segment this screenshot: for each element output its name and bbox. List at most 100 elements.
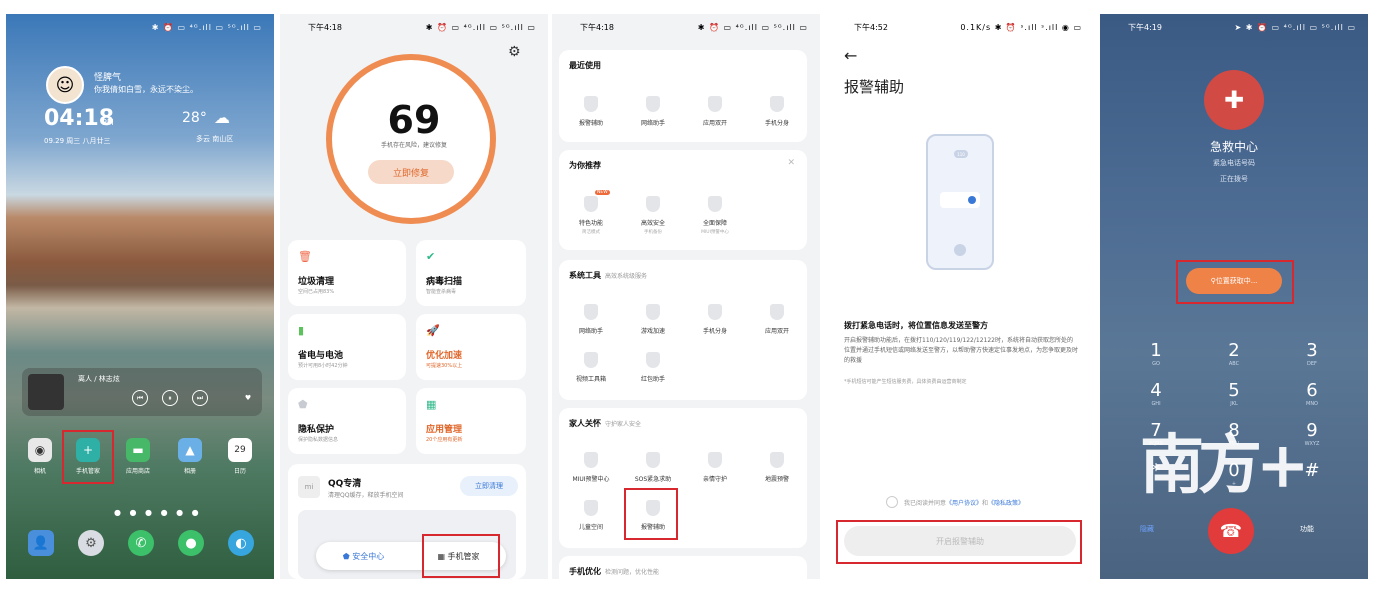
clock-date: 09.29 周三 八月廿三 bbox=[44, 137, 111, 145]
highlight-alarm-assist bbox=[624, 488, 678, 540]
tool-efficient-security[interactable]: 高效安全 手机备份 bbox=[623, 196, 683, 235]
highlight-phone-manager bbox=[62, 430, 114, 484]
card-battery[interactable]: ▮ 省电与电池 预计可用8小时42分钟 bbox=[288, 314, 406, 380]
music-widget[interactable]: 离人 / 林志炫 ⏮ ⏸ ⏭ ♥ bbox=[22, 368, 262, 416]
status-bar: ✱ ⏰ ▭ ⁴ᴳ.ıll ▭ ⁵ᴳ.ıll ▭ bbox=[6, 14, 274, 40]
back-arrow-icon[interactable]: ← bbox=[844, 46, 857, 65]
tool-sos[interactable]: SOS紧急求助 bbox=[623, 452, 683, 483]
tool-network-assist[interactable]: 网络助手 bbox=[623, 96, 683, 127]
tool-full-protection[interactable]: 全面保障 MIUI预警中心 bbox=[685, 196, 745, 235]
composite-screenshot: ✱ ⏰ ▭ ⁴ᴳ.ıll ▭ ⁵ᴳ.ıll ▭ ☺ 怪脾气 你我倩如白雪，永远不… bbox=[0, 0, 1377, 593]
mi-logo-icon: mi bbox=[298, 476, 320, 498]
section-system-tools: 系统工具 高效系统级服务 网络助手 游戏加速 手机分身 应用双开 视频工具箱 红包… bbox=[559, 260, 807, 400]
qq-clean-sub: 清理QQ缓存，释放手机空间 bbox=[328, 492, 404, 499]
status-bar: 下午4:19 ➤ ✱ ⏰ ▭ ⁴ᴳ.ıll ▭ ⁵ᴳ.ıll ▭ bbox=[1100, 14, 1368, 40]
shield-icon bbox=[770, 452, 784, 468]
shield-icon bbox=[584, 352, 598, 368]
security-score: 69 bbox=[387, 98, 441, 142]
highlight-phone-manager-tab bbox=[422, 534, 500, 578]
privacy-shield-icon: ⬟ bbox=[298, 398, 308, 411]
card-junk-clean[interactable]: 🗑 垃圾清理 空间已占用83% bbox=[288, 240, 406, 306]
app-gallery[interactable]: ▲ 相册 bbox=[170, 438, 210, 475]
hide-keypad-button[interactable]: 隐藏 bbox=[1140, 524, 1154, 534]
shield-icon bbox=[708, 196, 722, 212]
browser-icon[interactable]: ◐ bbox=[228, 530, 254, 556]
clean-now-button[interactable]: 立即清理 bbox=[460, 476, 518, 496]
dial-key-2[interactable]: 2 ABC bbox=[1214, 340, 1254, 367]
status-icons: ✱ ⏰ ▭ ⁴ᴳ.ıll ▭ ⁵ᴳ.ıll ▭ bbox=[425, 22, 536, 32]
avatar[interactable]: ☺ bbox=[46, 66, 84, 104]
gear-icon[interactable]: ⚙ bbox=[508, 44, 521, 60]
messages-icon[interactable]: ● bbox=[178, 530, 204, 556]
agree-checkbox[interactable] bbox=[886, 496, 898, 508]
app-store[interactable]: ▬ 应用商店 bbox=[118, 438, 158, 475]
phone-icon[interactable]: ✆ bbox=[128, 530, 154, 556]
card-privacy[interactable]: ⬟ 隐私保护 保护隐私数据信息 bbox=[288, 388, 406, 454]
illustration-badge: 110 bbox=[954, 150, 968, 158]
shield-icon bbox=[584, 196, 598, 212]
function-button[interactable]: 功能 bbox=[1300, 524, 1314, 534]
card-virus-scan[interactable]: ✔ 病毒扫描 智能查杀病毒 bbox=[416, 240, 526, 306]
section-family-care: 家人关怀 守护家人安全 MIUI预警中心 SOS紧急求助 亲情守护 地震预警 儿童… bbox=[559, 408, 807, 548]
shield-icon bbox=[708, 96, 722, 112]
previous-icon[interactable]: ⏮ bbox=[132, 390, 148, 406]
dial-key-4[interactable]: 4 GHI bbox=[1136, 380, 1176, 407]
user-agreement-link[interactable]: 《用户协议》 bbox=[946, 498, 982, 507]
calendar-icon: 29 bbox=[228, 438, 252, 462]
status-time: 下午4:18 bbox=[308, 22, 342, 32]
hang-up-icon[interactable]: ☎ bbox=[1208, 508, 1254, 554]
shield-icon bbox=[646, 196, 660, 212]
dial-key-1[interactable]: 1 GO bbox=[1136, 340, 1176, 367]
section-recommend: 为你推荐 ✕ NEW 特色功能 简洁模式 高效安全 手机备份 全面保障 MIUI… bbox=[559, 150, 807, 250]
shield-icon bbox=[770, 96, 784, 112]
call-status: 正在拨号 bbox=[1220, 175, 1248, 183]
page-title: 报警辅助 bbox=[844, 78, 905, 96]
album-cover bbox=[28, 374, 64, 410]
tool-alarm-assist[interactable]: 报警辅助 bbox=[561, 96, 621, 127]
close-icon[interactable]: ✕ bbox=[787, 158, 795, 168]
contacts-icon[interactable]: 👤 bbox=[28, 530, 54, 556]
settings-icon[interactable]: ⚙ bbox=[78, 530, 104, 556]
clock-ampm: PM bbox=[102, 118, 114, 127]
card-app-manage[interactable]: ▦ 应用管理 20个应用有更新 bbox=[416, 388, 526, 454]
shield-icon bbox=[646, 352, 660, 368]
tool-second-space[interactable]: 手机分身 bbox=[685, 304, 745, 335]
shield-icon bbox=[708, 452, 722, 468]
pause-icon[interactable]: ⏸ bbox=[162, 390, 178, 406]
app-calendar[interactable]: 29 日历 bbox=[220, 438, 260, 475]
picture-icon: ▲ bbox=[178, 438, 202, 462]
tool-dual-apps[interactable]: 应用双开 bbox=[747, 304, 807, 335]
dial-key-3[interactable]: 3 DEF bbox=[1292, 340, 1332, 367]
tool-second-space[interactable]: 手机分身 bbox=[747, 96, 807, 127]
shield-icon bbox=[646, 452, 660, 468]
tab-security-center[interactable]: ⬟ 安全中心 bbox=[316, 551, 411, 562]
tool-earthquake-alert[interactable]: 地震预警 bbox=[747, 452, 807, 483]
tool-special-features[interactable]: NEW 特色功能 简洁模式 bbox=[561, 190, 621, 235]
dial-key-6[interactable]: 6 MNO bbox=[1292, 380, 1332, 407]
tool-family-guard[interactable]: 亲情守护 bbox=[685, 452, 745, 483]
music-title: 离人 / 林志炫 bbox=[78, 375, 120, 383]
tool-red-packet[interactable]: 红包助手 bbox=[623, 352, 683, 383]
tool-game-boost[interactable]: 游戏加速 bbox=[623, 304, 683, 335]
dial-key-5[interactable]: 5 JKL bbox=[1214, 380, 1254, 407]
tool-miui-alert-center[interactable]: MIUI预警中心 bbox=[561, 452, 621, 483]
page-indicator: ● ● ● ● ● ● bbox=[114, 508, 202, 517]
card-speed-up[interactable]: 🚀 优化加速 可提速30%以上 bbox=[416, 314, 526, 380]
user-quote: 你我倩如白雪，永远不染尘。 bbox=[94, 85, 198, 94]
app-camera[interactable]: ◉ 相机 bbox=[20, 438, 60, 475]
section-title: 系统工具 高效系统级服务 bbox=[569, 271, 648, 280]
next-icon[interactable]: ⏭ bbox=[192, 390, 208, 406]
section-title: 为你推荐 bbox=[569, 161, 601, 170]
shield-icon bbox=[584, 500, 598, 516]
weather-temperature: 28° bbox=[182, 110, 207, 126]
status-bar: 下午4:52 0.1K/s ✱ ⏰ ˢ.ıll ˢ.ıll ◉ ▭ bbox=[826, 14, 1094, 40]
tool-network-assist[interactable]: 网络助手 bbox=[561, 304, 621, 335]
privacy-policy-link[interactable]: 《隐私政策》 bbox=[988, 498, 1024, 507]
fix-now-button[interactable]: 立即修复 bbox=[368, 160, 454, 184]
phone-illustration: 110 bbox=[926, 134, 994, 270]
tool-kid-space[interactable]: 儿童空间 bbox=[561, 500, 621, 531]
new-badge: NEW bbox=[595, 190, 610, 195]
tool-video-toolbox[interactable]: 视频工具箱 bbox=[561, 352, 621, 383]
heart-icon[interactable]: ♥ bbox=[240, 390, 256, 406]
tool-dual-apps[interactable]: 应用双开 bbox=[685, 96, 745, 127]
